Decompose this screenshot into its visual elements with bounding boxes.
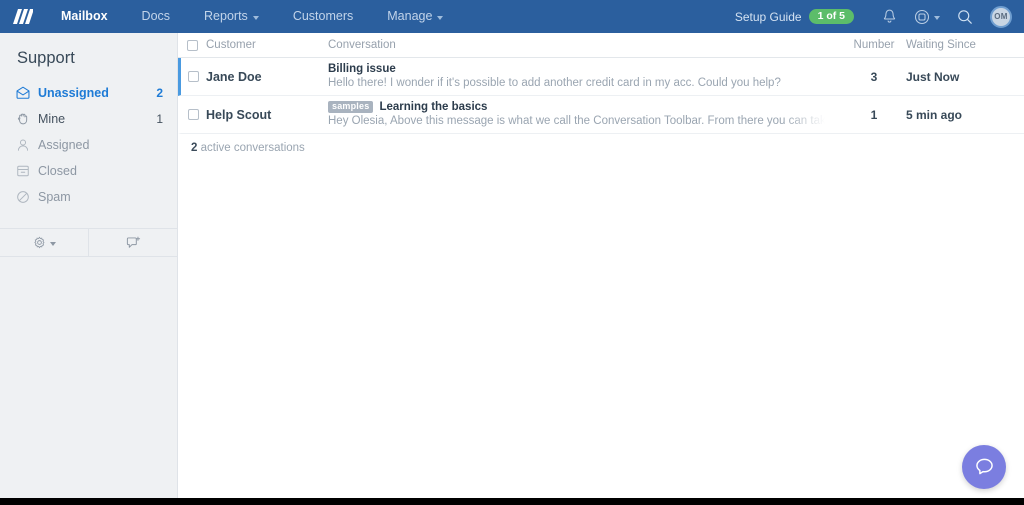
row-waiting-since: 5 min ago <box>906 107 963 122</box>
select-all-cell <box>178 39 206 51</box>
sidebar-item-closed[interactable]: Closed <box>0 158 177 184</box>
notifications-button[interactable] <box>872 0 906 33</box>
header-actions: Setup Guide 1 of 5 OM <box>735 0 1012 33</box>
sidebar-item-mine-count: 1 <box>156 112 163 126</box>
row-preview: Hey Olesia, Above this message is what w… <box>328 115 825 127</box>
row-subject-text: Learning the basics <box>379 101 488 113</box>
archive-icon <box>16 164 38 178</box>
search-button[interactable] <box>948 0 982 33</box>
row-waiting-since: Just Now <box>906 69 960 84</box>
help-beacon-button[interactable] <box>962 445 1006 489</box>
ban-icon <box>16 190 38 204</box>
nav-item-customers[interactable]: Customers <box>276 0 370 33</box>
sidebar-empty-space <box>0 257 177 505</box>
row-checkbox[interactable] <box>188 109 199 120</box>
nav-item-mailbox-label: Mailbox <box>61 9 108 23</box>
row-checkbox[interactable] <box>188 71 199 82</box>
conversation-list-header: Customer Conversation Number Waiting Sin… <box>178 33 1024 58</box>
nav-item-reports[interactable]: Reports <box>187 0 276 33</box>
select-all-checkbox[interactable] <box>186 39 198 51</box>
gear-icon <box>33 236 45 249</box>
row-subject: Billing issue <box>328 62 828 76</box>
mailbox-title: Support <box>17 49 75 67</box>
conversation-count-footer: 2 active conversations <box>178 134 1024 154</box>
sidebar-item-assigned-label: Assigned <box>38 138 90 152</box>
helpscout-logo[interactable] <box>8 9 38 24</box>
row-conversation-cell: samples Learning the basics Hey Olesia, … <box>328 100 842 129</box>
column-header-conversation[interactable]: Conversation <box>328 39 842 51</box>
setup-guide-button[interactable]: Setup Guide 1 of 5 <box>734 8 854 25</box>
search-icon <box>958 9 972 24</box>
app-root: Mailbox Docs Reports Customers Manage Se… <box>0 0 1024 505</box>
row-select-cell <box>181 109 206 120</box>
row-tag-badge[interactable]: samples <box>328 100 374 114</box>
nav-item-reports-label: Reports <box>204 9 248 23</box>
sidebar-item-closed-label: Closed <box>38 164 77 178</box>
row-select-cell <box>181 71 206 82</box>
row-subject-text: Billing issue <box>328 63 396 75</box>
nav-item-customers-label: Customers <box>292 9 354 23</box>
bell-icon <box>883 9 895 23</box>
new-conversation-button[interactable] <box>89 229 177 257</box>
conversation-list-panel: Customer Conversation Number Waiting Sin… <box>178 33 1024 505</box>
row-preview: Hello there! I wonder if it's possible t… <box>328 77 781 89</box>
sidebar-item-spam-label: Spam <box>38 190 71 204</box>
column-header-number[interactable]: Number <box>842 39 906 51</box>
nav-item-mailbox[interactable]: Mailbox <box>44 0 125 33</box>
column-header-customer[interactable]: Customer <box>206 39 328 51</box>
sidebar: Support Unassigned 2 Mine 1 Assigned Clo… <box>0 33 178 505</box>
row-subject: samples Learning the basics <box>328 100 828 114</box>
table-row[interactable]: Help Scout samples Learning the basics H… <box>178 96 1024 134</box>
inbox-icon <box>16 86 38 100</box>
lifebuoy-icon <box>914 9 930 24</box>
chevron-down-icon <box>49 241 56 246</box>
table-row[interactable]: Jane Doe Billing issue Hello there! I wo… <box>178 58 1024 96</box>
row-number: 1 <box>870 107 878 122</box>
chat-bubble-icon <box>975 458 993 475</box>
nav-item-docs-label: Docs <box>141 9 171 23</box>
folder-list: Unassigned 2 Mine 1 Assigned Closed Spam <box>0 80 177 216</box>
sidebar-item-mine-label: Mine <box>38 112 66 126</box>
nav-item-docs[interactable]: Docs <box>125 0 187 33</box>
setup-guide-progress-badge: 1 of 5 <box>808 8 854 25</box>
row-conversation-cell: Billing issue Hello there! I wonder if i… <box>328 62 842 91</box>
sidebar-item-unassigned-label: Unassigned <box>38 86 109 100</box>
chat-plus-icon <box>126 236 140 248</box>
nav-item-manage-label: Manage <box>387 9 433 23</box>
hand-icon <box>16 112 38 126</box>
active-conversation-label: active conversations <box>197 142 305 154</box>
chevron-down-icon <box>437 15 444 20</box>
primary-nav: Mailbox Docs Reports Customers Manage <box>44 0 460 33</box>
nav-item-manage[interactable]: Manage <box>370 0 460 33</box>
sidebar-item-spam[interactable]: Spam <box>0 184 177 210</box>
row-number: 3 <box>870 69 878 84</box>
sidebar-item-unassigned[interactable]: Unassigned 2 <box>0 80 177 106</box>
top-navigation-bar: Mailbox Docs Reports Customers Manage Se… <box>0 0 1024 33</box>
user-avatar-initials: OM <box>994 12 1008 21</box>
sidebar-toolbar <box>0 229 177 257</box>
chevron-down-icon <box>252 15 259 20</box>
sidebar-item-assigned[interactable]: Assigned <box>0 132 177 158</box>
row-customer-name: Jane Doe <box>206 69 262 84</box>
row-customer-name: Help Scout <box>206 107 272 122</box>
mailbox-settings-button[interactable] <box>0 229 89 257</box>
setup-guide-label: Setup Guide <box>734 9 802 24</box>
chevron-down-icon <box>934 15 940 20</box>
sidebar-item-unassigned-count: 2 <box>156 86 163 100</box>
help-menu-button[interactable] <box>906 9 948 25</box>
viewport-bottom-bar <box>0 498 1024 505</box>
user-avatar[interactable]: OM <box>990 5 1012 28</box>
column-header-waiting-since[interactable]: Waiting Since <box>906 39 1024 51</box>
app-body: Support Unassigned 2 Mine 1 Assigned Clo… <box>0 33 1024 505</box>
person-icon <box>16 138 38 152</box>
sidebar-item-mine[interactable]: Mine 1 <box>0 106 177 132</box>
